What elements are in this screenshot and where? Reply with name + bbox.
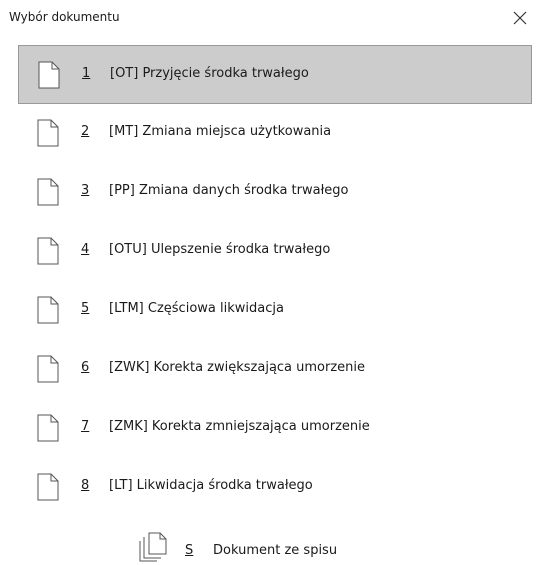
document-item-label: [MT] Zmiana miejsca użytkowania (109, 124, 332, 139)
document-list: 1 [OT] Przyjęcie środka trwałego 2 [MT] … (18, 45, 532, 517)
document-item-label: [OT] Przyjęcie środka trwałego (110, 66, 309, 81)
document-icon (37, 178, 59, 206)
document-item-number: 2 (81, 124, 90, 139)
document-item-number: 8 (81, 478, 90, 493)
document-item-number: 7 (81, 419, 90, 434)
document-item-otu[interactable]: 4 [OTU] Ulepszenie środka trwałego (18, 222, 532, 281)
document-item-pp[interactable]: 3 [PP] Zmiana danych środka trwałego (18, 163, 532, 222)
document-item-number: 6 (81, 360, 90, 375)
document-item-ltm[interactable]: 5 [LTM] Częściowa likwidacja (18, 281, 532, 340)
dialog-title: Wybór dokumentu (9, 10, 120, 24)
document-icon (37, 119, 59, 147)
document-icon (37, 355, 59, 383)
document-item-mt[interactable]: 2 [MT] Zmiana miejsca użytkowania (18, 104, 532, 163)
document-from-list-shortcut: S (185, 543, 194, 558)
document-item-label: [LTM] Częściowa likwidacja (109, 301, 284, 316)
document-item-label: [LT] Likwidacja środka trwałego (109, 478, 313, 493)
document-item-zwk[interactable]: 6 [ZWK] Korekta zwiększająca umorzenie (18, 340, 532, 399)
document-item-lt[interactable]: 8 [LT] Likwidacja środka trwałego (18, 458, 532, 517)
document-icon (37, 473, 59, 501)
document-item-number: 1 (82, 66, 91, 81)
document-from-list-label: Dokument ze spisu (213, 543, 338, 558)
documents-list-icon (139, 532, 167, 562)
document-item-number: 4 (81, 242, 90, 257)
document-icon (37, 414, 59, 442)
document-from-list-button[interactable]: S Dokument ze spisu (0, 530, 538, 564)
document-item-number: 5 (81, 301, 90, 316)
document-item-label: [ZMK] Korekta zmniejszająca umorzenie (109, 419, 370, 434)
close-icon[interactable] (508, 6, 532, 30)
document-item-ot[interactable]: 1 [OT] Przyjęcie środka trwałego (18, 45, 532, 104)
document-item-label: [ZWK] Korekta zwiększająca umorzenie (109, 360, 366, 375)
document-item-label: [OTU] Ulepszenie środka trwałego (109, 242, 331, 257)
document-icon (38, 61, 60, 89)
document-icon (37, 296, 59, 324)
document-item-label: [PP] Zmiana danych środka trwałego (109, 183, 349, 198)
document-item-zmk[interactable]: 7 [ZMK] Korekta zmniejszająca umorzenie (18, 399, 532, 458)
document-item-number: 3 (81, 183, 90, 198)
document-icon (37, 237, 59, 265)
dialog-titlebar: Wybór dokumentu (0, 0, 538, 38)
